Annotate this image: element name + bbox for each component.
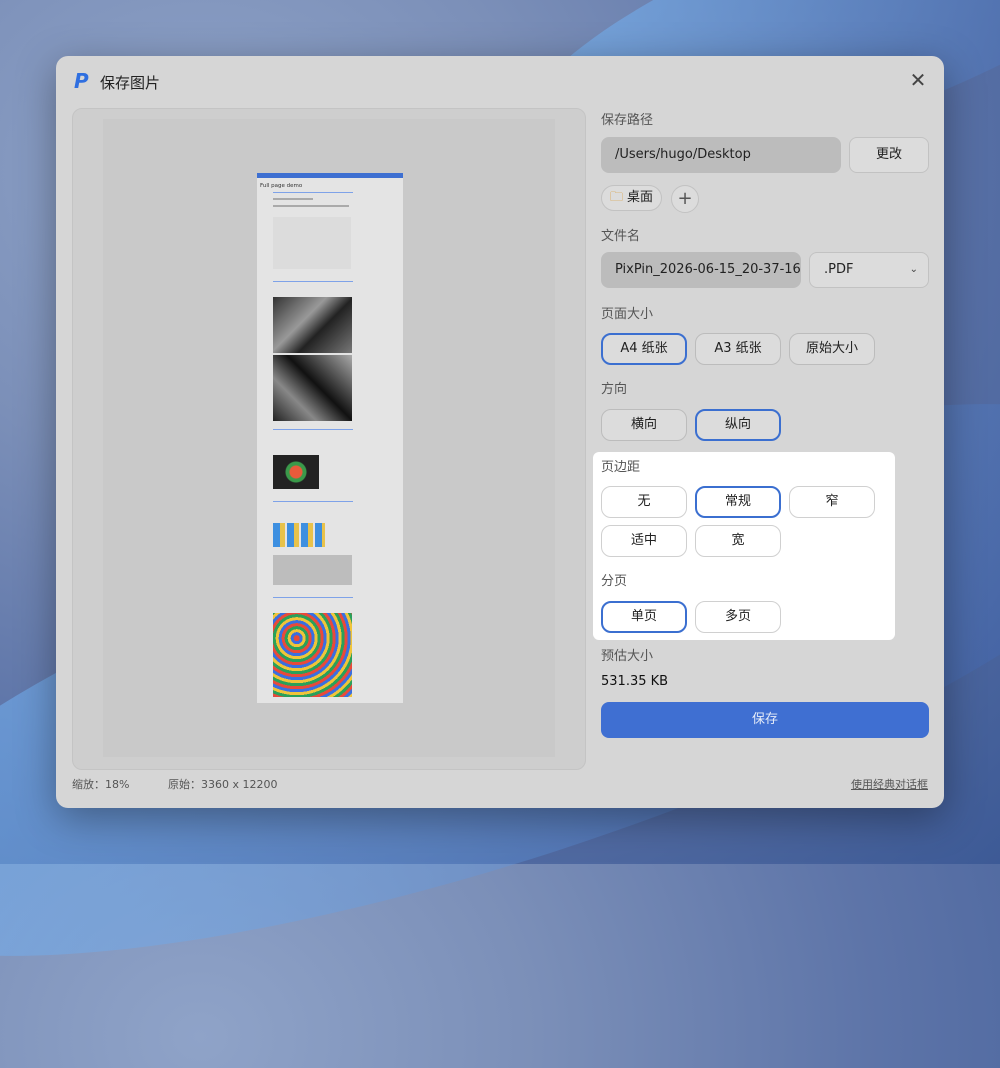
desktop-folder-chip[interactable]: 🗀 桌面 xyxy=(601,185,663,211)
zoom-level: 缩放：18% xyxy=(72,778,130,791)
paging-label: 分页 xyxy=(601,574,628,589)
page-thumbnail: Full page demo xyxy=(257,173,403,703)
file-name-input[interactable]: PixPin_2026-06-15_20-37-16 xyxy=(601,252,801,288)
margin-narrow-button[interactable]: 窄 xyxy=(789,486,875,518)
margin-moderate-button[interactable]: 适中 xyxy=(601,525,687,557)
file-extension-select[interactable]: .PDF ⌄ xyxy=(809,252,929,288)
paging-single-button[interactable]: 单页 xyxy=(601,601,687,633)
add-folder-button[interactable]: + xyxy=(671,185,699,213)
folder-chip-label: 桌面 xyxy=(627,190,654,205)
thumbnail-photo xyxy=(273,297,352,353)
thumbnail-code-block xyxy=(273,217,351,269)
change-path-button[interactable]: 更改 xyxy=(849,137,929,173)
thumbnail-divider xyxy=(273,192,353,193)
thumbnail-header-bar xyxy=(257,173,403,178)
thumbnail-icons xyxy=(273,523,325,547)
estimated-size-value: 531.35 KB xyxy=(601,674,669,689)
orientation-label: 方向 xyxy=(601,382,628,397)
margins-paging-card: 页边距 无 常规 窄 适中 宽 分页 单页 多页 xyxy=(593,452,895,640)
chevron-down-icon: ⌄ xyxy=(909,264,918,275)
dialog-title: 保存图片 xyxy=(100,74,161,92)
preview-panel: Full page demo xyxy=(72,108,586,770)
preview-page: Full page demo xyxy=(103,119,555,757)
page-size-label: 页面大小 xyxy=(601,307,654,322)
orientation-portrait-button[interactable]: 纵向 xyxy=(695,409,781,441)
page-size-original-button[interactable]: 原始大小 xyxy=(789,333,875,365)
file-extension-value: .PDF xyxy=(824,262,854,277)
save-image-dialog: P 保存图片 ✕ Full page demo 缩放：18% 原始：3360 x… xyxy=(56,56,944,808)
file-name-label: 文件名 xyxy=(601,229,641,244)
thumbnail-divider xyxy=(273,429,353,430)
settings-panel: 保存路径 /Users/hugo/Desktop 更改 🗀 桌面 + 文件名 Pi… xyxy=(593,56,931,768)
orientation-landscape-button[interactable]: 横向 xyxy=(601,409,687,441)
margin-wide-button[interactable]: 宽 xyxy=(695,525,781,557)
thumbnail-divider xyxy=(273,597,353,598)
status-bar: 缩放：18% 原始：3360 x 12200 使用经典对话框 xyxy=(72,776,928,796)
thumbnail-divider xyxy=(273,501,353,502)
thumbnail-sticker-grid xyxy=(273,613,352,697)
thumbnail-text xyxy=(273,205,349,207)
paging-multi-button[interactable]: 多页 xyxy=(695,601,781,633)
app-logo-icon: P xyxy=(74,69,89,93)
page-size-a3-button[interactable]: A3 纸张 xyxy=(695,333,781,365)
margin-normal-button[interactable]: 常规 xyxy=(695,486,781,518)
thumbnail-text xyxy=(273,198,313,200)
original-size: 原始：3360 x 12200 xyxy=(168,778,278,791)
thumbnail-photo xyxy=(273,455,319,489)
thumbnail-divider xyxy=(273,281,353,282)
save-path-label: 保存路径 xyxy=(601,113,654,128)
margin-none-button[interactable]: 无 xyxy=(601,486,687,518)
margins-label: 页边距 xyxy=(601,460,641,475)
thumbnail-title: Full page demo xyxy=(260,183,303,189)
thumbnail-placeholder xyxy=(273,555,352,585)
classic-dialog-link[interactable]: 使用经典对话框 xyxy=(851,776,928,792)
save-button[interactable]: 保存 xyxy=(601,702,929,738)
save-path-field[interactable]: /Users/hugo/Desktop xyxy=(601,137,841,173)
page-size-a4-button[interactable]: A4 纸张 xyxy=(601,333,687,365)
estimated-size-label: 预估大小 xyxy=(601,649,654,664)
folder-icon: 🗀 xyxy=(610,190,624,205)
thumbnail-photo xyxy=(273,355,352,421)
